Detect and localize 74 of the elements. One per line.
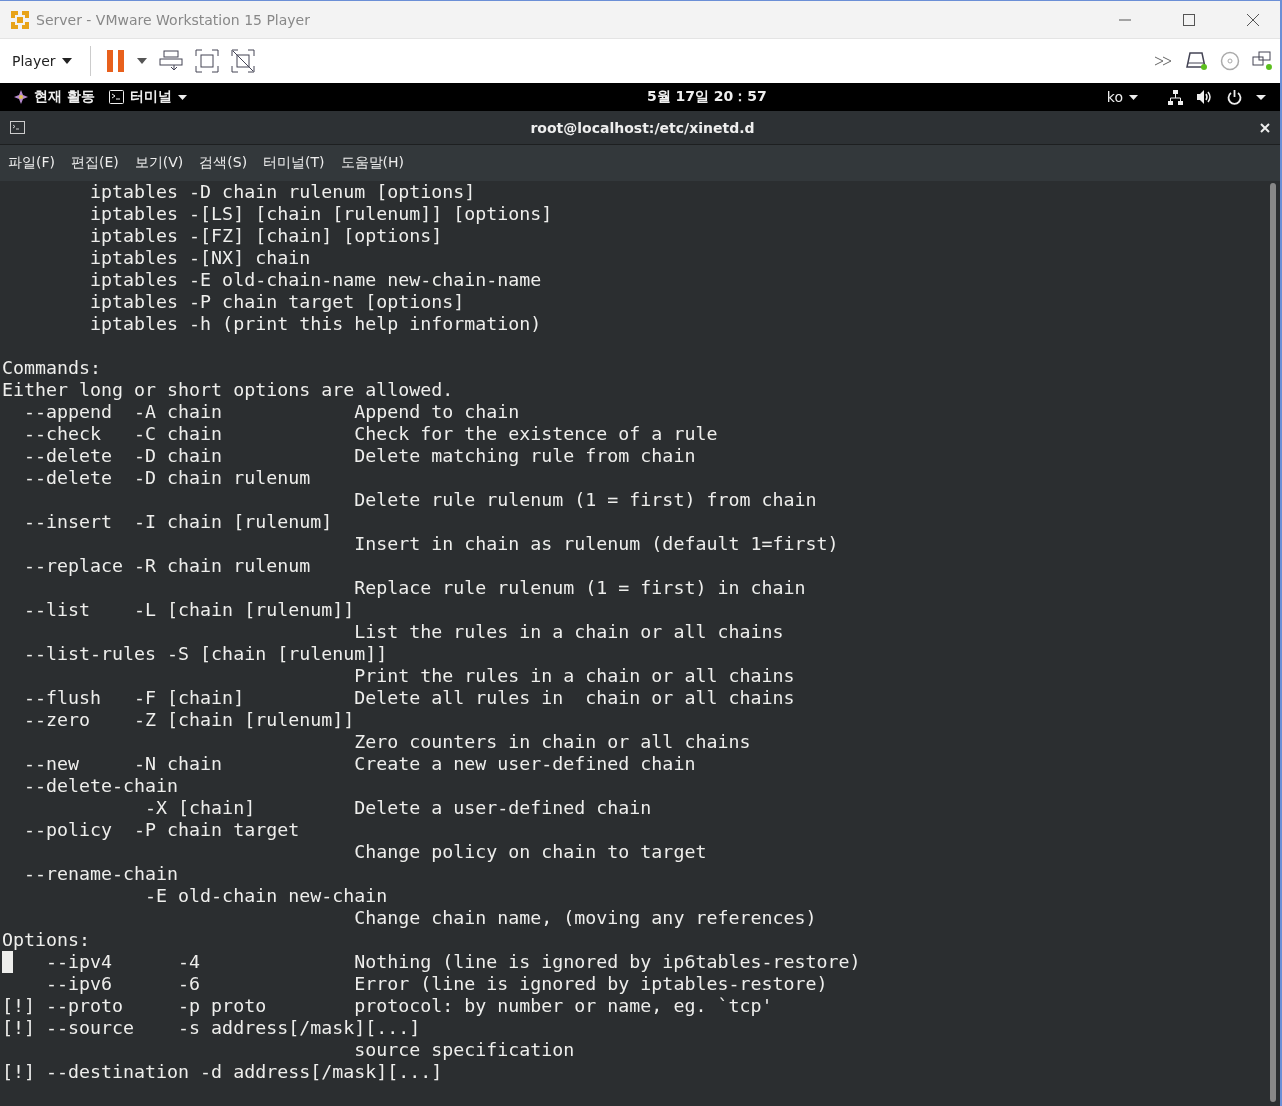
unity-off-icon[interactable] — [230, 49, 255, 73]
terminal-line: Replace rule rulenum (1 = first) in chain — [353, 577, 806, 599]
caret-icon[interactable] — [1129, 94, 1138, 100]
terminal-line: iptables -P chain target [options] — [89, 291, 465, 313]
terminal-line: -E old-chain new-chain — [144, 885, 388, 907]
terminal-line: --list-rules -S [chain [rulenum]] — [23, 643, 388, 665]
terminal-line: --delete -D chain rulenum — [23, 467, 311, 489]
terminal-line: Print the rules in a chain or all chains — [353, 665, 795, 687]
close-icon[interactable] — [1246, 12, 1260, 27]
double-chevron-icon[interactable] — [1154, 56, 1174, 66]
terminal-line: source specification — [353, 1039, 575, 1061]
terminal-line: --list -L [chain [rulenum]] — [23, 599, 355, 621]
terminal-line: --new -N chain Create a new user-defined chain — [23, 753, 696, 775]
network-icon[interactable] — [1168, 89, 1183, 105]
terminal-line: --rename-chain — [23, 863, 179, 885]
terminal-title: root@localhost:/etc/xinetd.d — [530, 119, 755, 136]
pause-icon[interactable] — [106, 50, 125, 72]
window-title: Server - VMware Workstation 15 Player — [36, 11, 310, 28]
terminal-line: Commands: — [2, 357, 102, 379]
menu-item[interactable]: 편집(E) — [71, 154, 119, 172]
terminal-icon — [10, 121, 25, 134]
terminal-line: --append -A chain Append to chain — [23, 401, 520, 423]
terminal-line: Change chain name, (moving any references) — [353, 907, 817, 929]
terminal-line: Options: — [2, 929, 91, 951]
menu-item[interactable]: 터미널(T) — [263, 154, 325, 172]
terminal-line: --check -C chain Check for the existence of a rule — [23, 423, 718, 445]
power-icon[interactable] — [1227, 89, 1242, 105]
terminal-line: --delete -D chain Delete matching rule from chain — [23, 445, 696, 467]
clock[interactable]: 5월 17일 20：57 — [646, 88, 767, 106]
caret-icon[interactable] — [136, 58, 147, 64]
fullscreen-icon[interactable] — [194, 49, 219, 73]
distro-logo-icon — [14, 90, 28, 104]
terminal-line: Change policy on chain to target — [353, 841, 707, 863]
input-method-menu[interactable]: ko — [1106, 89, 1138, 105]
terminal-line: iptables -[NX] chain — [89, 247, 311, 269]
maximize-icon[interactable] — [1182, 12, 1196, 27]
caret-icon[interactable] — [61, 58, 72, 64]
menu-item[interactable]: 보기(V) — [134, 154, 184, 172]
caret-icon[interactable] — [1256, 94, 1266, 100]
app-menu[interactable]: 터미널 — [108, 88, 187, 106]
terminal-line: iptables -[FZ] [chain] [options] — [89, 225, 443, 247]
player-menu-button[interactable]: Player — [6, 49, 78, 73]
terminal-line: Delete rule rulenum (1 = first) from chain — [353, 489, 817, 511]
scrollbar[interactable] — [1270, 183, 1276, 1102]
app-logo-icon — [10, 9, 30, 30]
terminal-line: [!] --source -s address[/mask][...] — [2, 1017, 421, 1039]
send-keys-icon[interactable] — [158, 50, 183, 72]
terminal-line: --delete-chain — [23, 775, 179, 797]
activities-button[interactable]: 현재 활동 — [34, 88, 95, 106]
menu-item[interactable]: 검색(S) — [199, 154, 248, 172]
terminal-line: --ipv4 -4 Nothing (line is ignored by ip6tables-restore) — [45, 951, 861, 973]
terminal-line: --policy -P chain target — [23, 819, 300, 841]
network-adapter-icon[interactable] — [1252, 51, 1272, 71]
terminal-line: --insert -I chain [rulenum] — [23, 511, 333, 533]
terminal-line: iptables -E old-chain-name new-chain-name — [89, 269, 542, 291]
terminal-line: [!] --destination -d address[/mask][...] — [2, 1061, 443, 1083]
caret-icon[interactable] — [177, 94, 187, 100]
volume-icon[interactable] — [1197, 90, 1213, 104]
terminal-line: Insert in chain as rulenum (default 1=first) — [353, 533, 839, 555]
terminal-line: iptables -h (print this help information) — [89, 313, 542, 335]
terminal-line: --zero -Z [chain [rulenum]] — [23, 709, 355, 731]
menu-item[interactable]: 도움말(H) — [340, 154, 405, 172]
terminal-line: [!] --proto -p proto protocol: by number or name, eg. `tcp' — [2, 995, 773, 1017]
terminal-line: Zero counters in chain or all chains — [353, 731, 751, 753]
terminal-line: iptables -[LS] [chain [rulenum]] [options] — [89, 203, 553, 225]
terminal-line: --flush -F [chain] Delete all rules in chain or all chains — [23, 687, 795, 709]
menu-item[interactable]: 파일(F) — [8, 154, 55, 172]
terminal-line: iptables -D chain rulenum [options] — [89, 181, 476, 203]
terminal-line: -X [chain] Delete a user-defined chain — [144, 797, 652, 819]
terminal-line: --ipv6 -6 Error (line is ignored by iptables-restore) — [45, 973, 828, 995]
terminal-line: --replace -R chain rulenum — [23, 555, 311, 577]
terminal-line: List the rules in a chain or all chains — [353, 621, 784, 643]
terminal-line: Either long or short options are allowed. — [2, 379, 454, 401]
terminal-icon[interactable] — [108, 90, 124, 104]
